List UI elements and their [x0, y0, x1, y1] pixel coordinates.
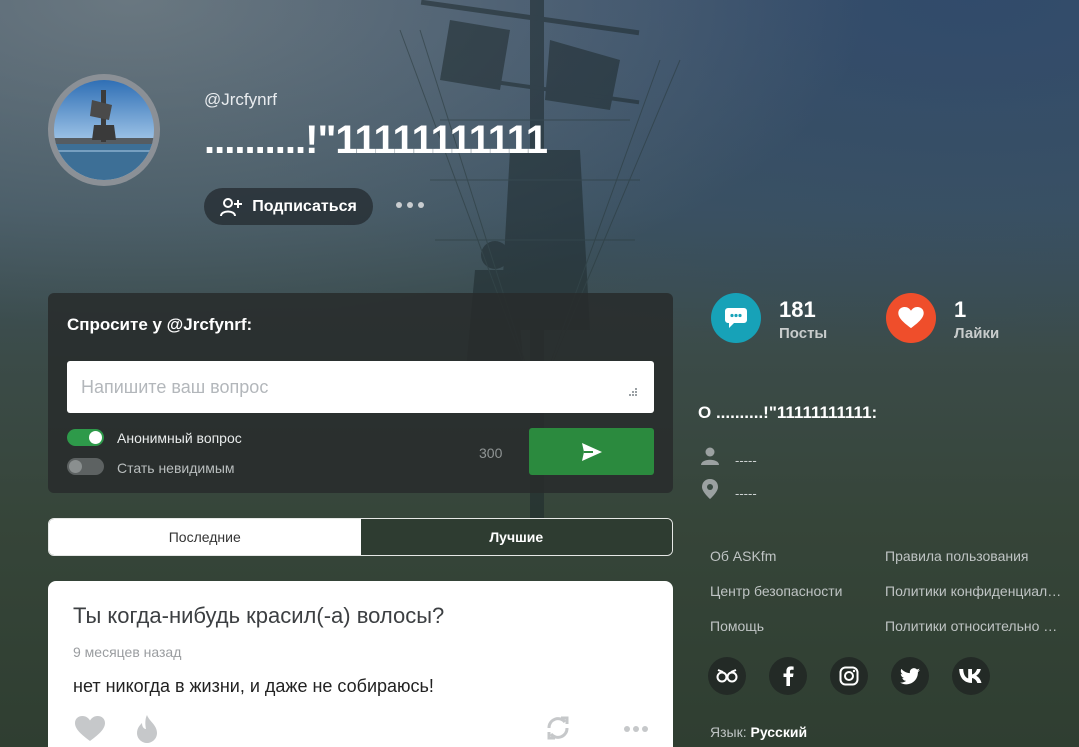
answer-card: Ты когда-нибудь красил(-а) волосы? 9 мес…: [48, 581, 673, 747]
ask-question-panel: Спросите у @Jrcfynrf: Анонимный вопрос С…: [48, 293, 673, 493]
profile-display-name: ..........!"11111111111: [204, 118, 548, 162]
toggle-knob: [89, 431, 102, 444]
instagram-icon: [839, 666, 859, 686]
footer-link-help[interactable]: Помощь: [710, 618, 870, 634]
follow-button-label: Подписаться: [252, 197, 357, 215]
about-name-value: -----: [735, 453, 757, 468]
footer-link-about[interactable]: Об ASKfm: [710, 548, 870, 564]
add-user-icon: [220, 197, 243, 216]
language-label: Язык:: [710, 724, 747, 740]
follow-button[interactable]: Подписаться: [204, 188, 373, 225]
profile-avatar-frame[interactable]: [48, 74, 160, 186]
dot-icon: [407, 202, 413, 208]
posts-label: Посты: [779, 325, 828, 342]
fire-icon[interactable]: [136, 715, 158, 743]
heart-icon: [898, 307, 924, 329]
question-input[interactable]: [67, 361, 654, 413]
tab-best[interactable]: Лучшие: [360, 519, 672, 555]
dot-icon: [396, 202, 402, 208]
likes-label: Лайки: [954, 325, 1000, 342]
twitter-button[interactable]: [891, 657, 929, 695]
invisible-label: Стать невидимым: [117, 460, 235, 476]
vk-icon: [959, 669, 982, 683]
heart-icon[interactable]: [75, 716, 105, 742]
post-question[interactable]: Ты когда-нибудь красил(-а) волосы?: [73, 603, 444, 629]
profile-username: @Jrcfynrf: [204, 90, 277, 109]
post-more-icon[interactable]: [624, 725, 648, 733]
anonymous-label: Анонимный вопрос: [117, 430, 242, 446]
ask-title: Спросите у @Jrcfynrf:: [67, 315, 253, 334]
facebook-icon: [783, 666, 794, 686]
chat-icon: [725, 308, 747, 328]
invisible-toggle[interactable]: [67, 458, 104, 475]
likes-count: 1: [954, 297, 967, 322]
instagram-button[interactable]: [830, 657, 868, 695]
footer-link-terms[interactable]: Правила пользования: [885, 548, 1063, 564]
anonymous-toggle[interactable]: [67, 429, 104, 446]
char-counter: 300: [479, 445, 503, 461]
location-pin-icon: [702, 479, 718, 499]
vk-button[interactable]: [952, 657, 990, 695]
twitter-icon: [900, 667, 920, 684]
footer-link-privacy[interactable]: Политики конфиденциальности: [885, 583, 1063, 599]
share-icon[interactable]: [545, 715, 571, 741]
likes-stat-button[interactable]: [886, 293, 936, 343]
send-question-button[interactable]: [529, 428, 654, 475]
about-title: О ..........!"11111111111:: [698, 403, 878, 422]
dot-icon: [418, 202, 424, 208]
send-icon: [581, 442, 602, 461]
avatar: [54, 80, 154, 180]
askfm-icon: [716, 669, 738, 683]
post-answer: нет никогда в жизни, и даже не собираюсь…: [73, 676, 434, 696]
facebook-button[interactable]: [769, 657, 807, 695]
askfm-social-button[interactable]: [708, 657, 746, 695]
person-icon: [701, 447, 719, 465]
post-timestamp[interactable]: 9 месяцев назад: [73, 644, 181, 660]
posts-stat-button[interactable]: [711, 293, 761, 343]
footer-link-safety[interactable]: Центр безопасности: [710, 583, 870, 599]
language-selector: Язык: Русский: [710, 724, 807, 740]
resize-grip-icon[interactable]: [626, 387, 638, 399]
about-location-value: -----: [735, 486, 757, 501]
footer-link-cookies[interactable]: Политики относительно файлов cookie: [885, 618, 1063, 634]
answers-tabs: Последние Лучшие: [48, 518, 673, 556]
tab-latest[interactable]: Последние: [49, 519, 361, 555]
more-options-button[interactable]: [396, 196, 424, 214]
language-value[interactable]: Русский: [751, 724, 808, 740]
toggle-knob: [69, 460, 82, 473]
posts-count: 181: [779, 297, 816, 322]
